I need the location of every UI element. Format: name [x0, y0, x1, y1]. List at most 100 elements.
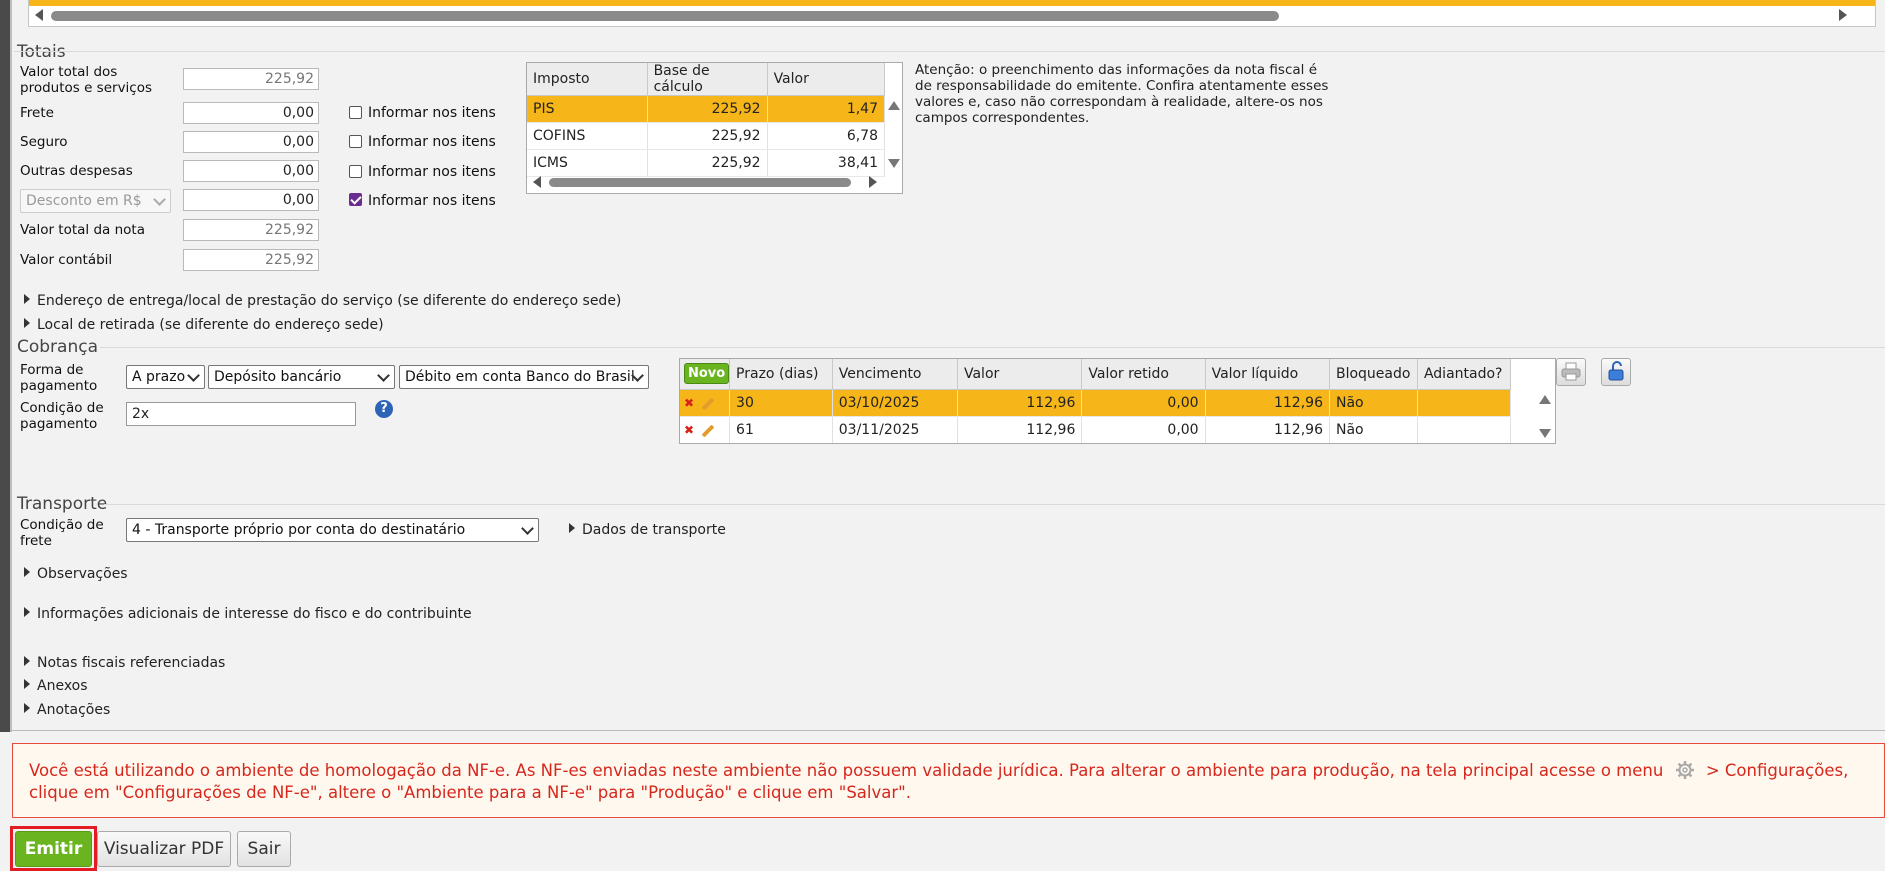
expander-label: Local de retirada (se diferente do ender…	[37, 317, 384, 333]
expander-local-retirada[interactable]: Local de retirada (se diferente do ender…	[24, 317, 384, 333]
atencao-note: Atenção: o preenchimento das informações…	[915, 62, 1329, 126]
print-button[interactable]	[1556, 358, 1586, 386]
bloqueado-cell: Não	[1329, 389, 1418, 417]
frete-informar-checkbox[interactable]	[349, 106, 362, 119]
vencimento-cell: 03/11/2025	[832, 416, 958, 443]
scroll-right-icon[interactable]	[869, 176, 877, 188]
scroll-right-icon[interactable]	[1839, 9, 1847, 21]
table-row[interactable]: 30 03/10/2025 112,96 0,00 112,96 Não	[680, 389, 1512, 417]
col-bloqueado: Bloqueado	[1329, 359, 1418, 390]
label-frete: Frete	[20, 105, 54, 121]
desconto-informar-label: Informar nos itens	[368, 193, 496, 209]
scroll-up-icon[interactable]	[888, 101, 900, 110]
select-value: Depósito bancário	[214, 369, 342, 385]
expander-label: Anotações	[37, 702, 111, 718]
chevron-down-icon	[153, 193, 166, 206]
table-row[interactable]: 61 03/11/2025 112,96 0,00 112,96 Não	[680, 416, 1512, 443]
caret-right-icon	[24, 567, 30, 577]
expander-informacoes-adicionais[interactable]: Informações adicionais de interesse do f…	[24, 606, 472, 622]
forma-pagamento-select[interactable]: A prazo	[126, 365, 205, 389]
impostos-header-row: Imposto Base de cálculo Valor	[527, 63, 886, 96]
scroll-left-icon[interactable]	[533, 176, 541, 188]
col-valor-liquido: Valor líquido	[1205, 359, 1330, 390]
table-row[interactable]: PIS 225,92 1,47	[527, 95, 886, 123]
label-seguro: Seguro	[20, 134, 68, 150]
horizontal-scrollbar[interactable]	[51, 11, 1279, 21]
condicao-pagamento-input[interactable]: 2x	[126, 402, 356, 426]
scroll-down-icon[interactable]	[1539, 429, 1551, 438]
section-divider	[100, 347, 1885, 348]
expander-observacoes[interactable]: Observações	[24, 566, 128, 582]
expander-dados-transporte[interactable]: Dados de transporte	[569, 522, 726, 538]
items-grid-selected-row	[29, 0, 1875, 6]
desconto-field[interactable]: 0,00	[183, 189, 319, 211]
table-row[interactable]: ICMS 225,92 38,41	[527, 149, 886, 177]
expander-endereco-entrega[interactable]: Endereço de entrega/local de prestação d…	[24, 293, 621, 309]
label-valor-total-produtos: Valor total dos produtos e serviços	[20, 64, 153, 96]
expander-notas-referenciadas[interactable]: Notas fiscais referenciadas	[24, 655, 225, 671]
delete-icon[interactable]: ✖	[684, 423, 694, 437]
label-outras-despesas: Outras despesas	[20, 163, 133, 179]
outras-despesas-informar-checkbox[interactable]	[349, 165, 362, 178]
label-valor-contabil: Valor contábil	[20, 252, 113, 268]
conta-select[interactable]: Débito em conta Banco do Brasil	[399, 365, 649, 389]
valor-contabil-field: 225,92	[183, 249, 319, 271]
bloqueado-cell: Não	[1329, 416, 1418, 443]
expander-label: Notas fiscais referenciadas	[37, 655, 226, 671]
condicao-frete-select[interactable]: 4 - Transporte próprio por conta do dest…	[126, 518, 539, 542]
valor-cell: 112,96	[957, 416, 1083, 443]
delete-icon[interactable]: ✖	[684, 396, 694, 410]
sair-button[interactable]: Sair	[237, 831, 291, 867]
warning-text-1: Você está utilizando o ambiente de homol…	[29, 761, 1664, 780]
scroll-down-icon[interactable]	[888, 159, 900, 168]
help-icon[interactable]: ?	[375, 400, 393, 418]
valor-retido-cell: 0,00	[1081, 416, 1206, 443]
footer-divider	[12, 730, 1885, 731]
valor-cell: 1,47	[767, 95, 886, 123]
expander-anotacoes[interactable]: Anotações	[24, 702, 110, 718]
section-title-transporte: Transporte	[17, 494, 108, 514]
select-value: Débito em conta Banco do Brasil	[405, 369, 635, 385]
base-cell: 225,92	[647, 149, 768, 177]
col-base: Base de cálculo	[647, 63, 768, 96]
outras-despesas-informar-label: Informar nos itens	[368, 164, 496, 180]
novo-parcela-button[interactable]: Novo	[684, 363, 730, 384]
imposto-cell: ICMS	[527, 149, 648, 177]
visualizar-pdf-button[interactable]: Visualizar PDF	[97, 831, 231, 867]
homologacao-warning-banner: Você está utilizando o ambiente de homol…	[12, 743, 1885, 818]
scroll-left-icon[interactable]	[35, 9, 43, 21]
seguro-informar-checkbox[interactable]	[349, 135, 362, 148]
table-row[interactable]: COFINS 225,92 6,78	[527, 122, 886, 150]
lock-icon	[1608, 361, 1624, 381]
col-valor: Valor	[957, 359, 1083, 390]
prazo-cell: 30	[729, 389, 833, 417]
col-vencimento: Vencimento	[832, 359, 958, 390]
impostos-horizontal-scrollbar[interactable]	[549, 178, 851, 187]
section-title-cobranca: Cobrança	[17, 337, 99, 357]
seguro-field[interactable]: 0,00	[183, 131, 319, 153]
unlock-button[interactable]	[1601, 358, 1631, 386]
col-prazo: Prazo (dias)	[729, 359, 833, 390]
meio-pagamento-select[interactable]: Depósito bancário	[208, 365, 395, 389]
outras-despesas-field[interactable]: 0,00	[183, 160, 319, 182]
valor-cell: 38,41	[767, 149, 886, 177]
scroll-up-icon[interactable]	[1539, 395, 1551, 404]
label-forma-pagamento: Forma de pagamento	[20, 362, 98, 394]
col-imposto: Imposto	[527, 63, 648, 96]
imposto-cell: PIS	[527, 95, 648, 123]
expander-anexos[interactable]: Anexos	[24, 678, 88, 694]
col-valor-retido: Valor retido	[1081, 359, 1206, 390]
chevron-down-icon	[377, 369, 390, 382]
caret-right-icon	[24, 294, 30, 304]
valor-total-produtos-field[interactable]: 225,92	[183, 68, 319, 90]
expander-label: Dados de transporte	[582, 522, 726, 538]
frete-field[interactable]: 0,00	[183, 102, 319, 124]
emitir-button[interactable]: Emitir	[15, 831, 92, 867]
select-value: A prazo	[132, 369, 186, 385]
valor-cell: 6,78	[767, 122, 886, 150]
section-divider	[14, 51, 1885, 52]
select-value: 4 - Transporte próprio por conta do dest…	[132, 522, 466, 538]
caret-right-icon	[24, 679, 30, 689]
parcelas-grid: Prazo (dias) Vencimento Valor Valor reti…	[679, 358, 1556, 444]
desconto-informar-checkbox[interactable]	[349, 193, 362, 206]
